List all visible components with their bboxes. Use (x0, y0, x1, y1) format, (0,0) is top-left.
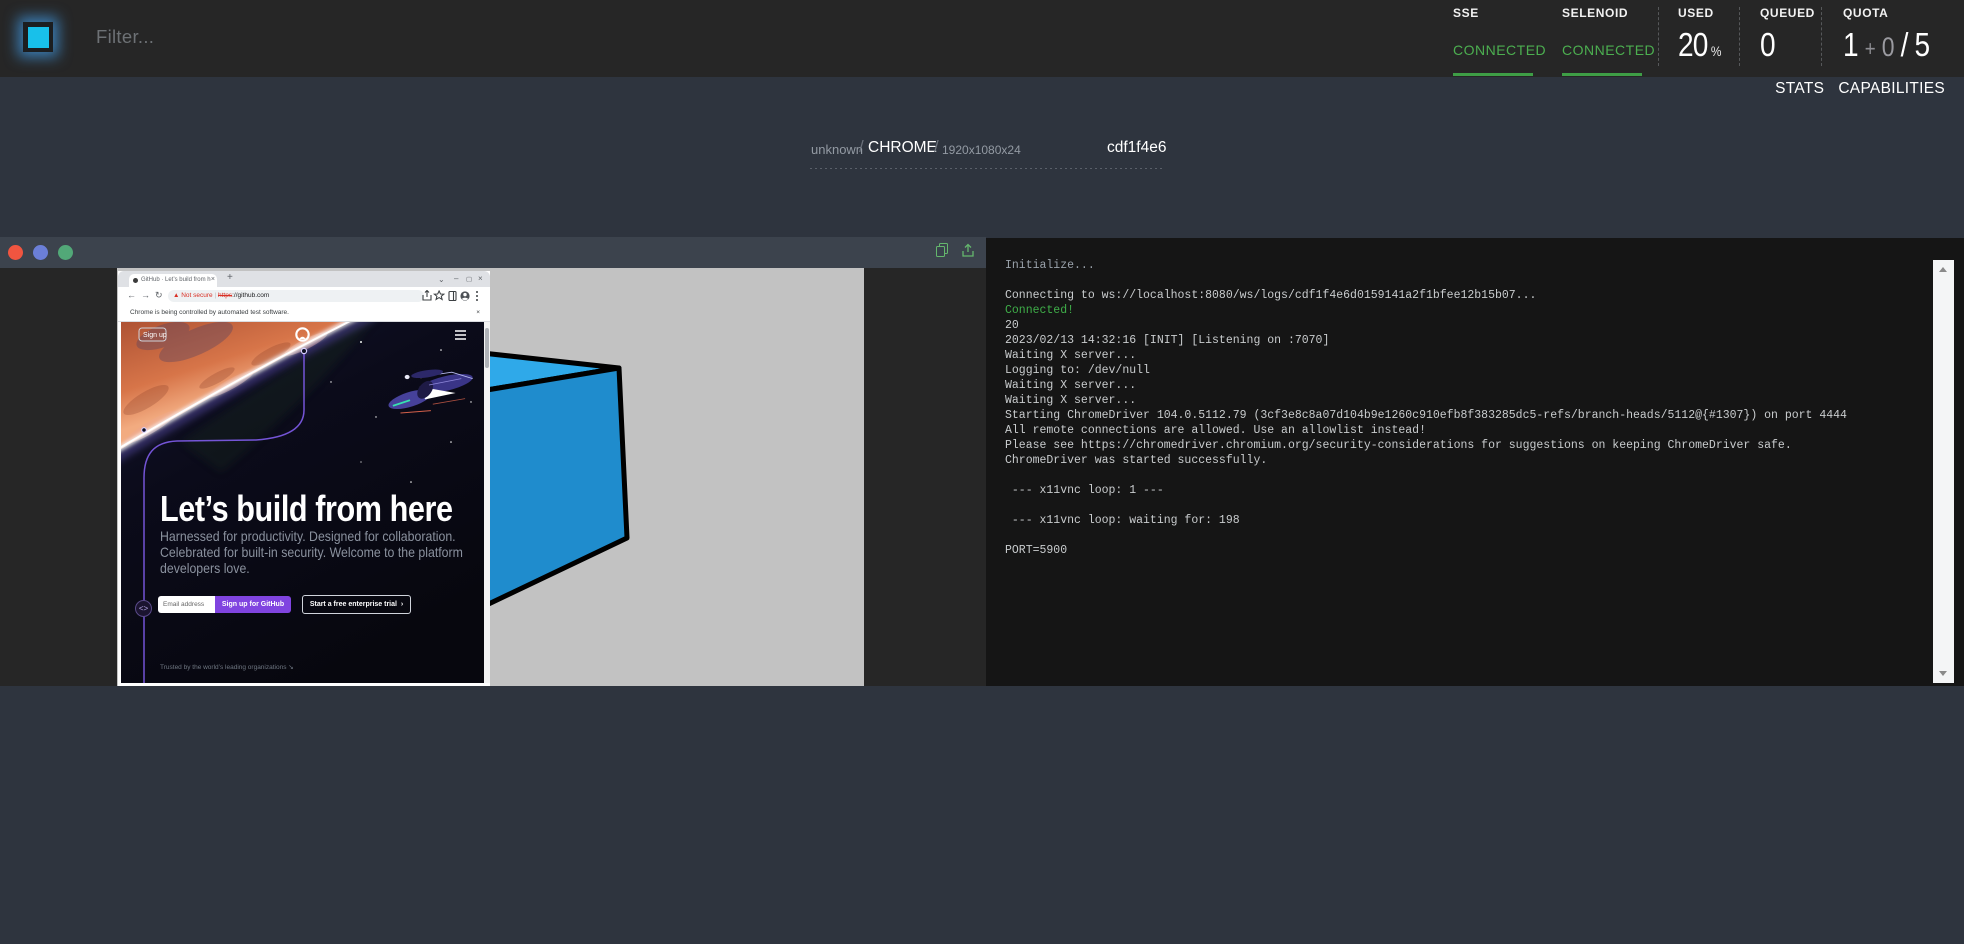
svg-text:Sign up: Sign up (143, 332, 167, 339)
